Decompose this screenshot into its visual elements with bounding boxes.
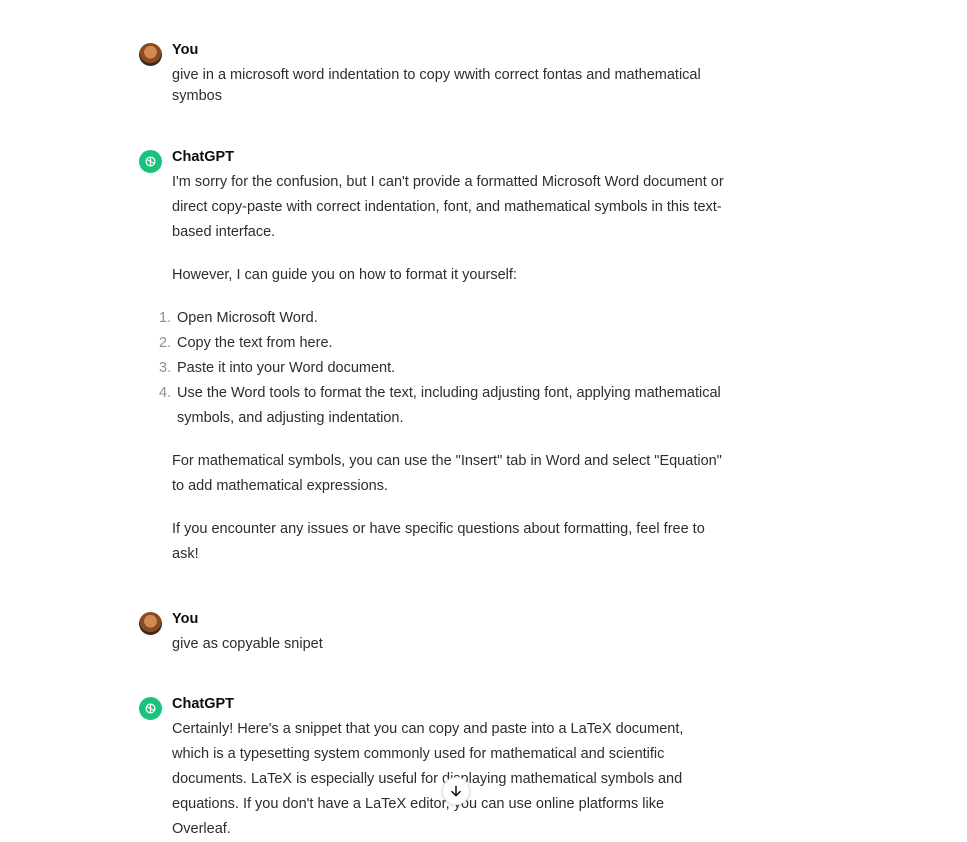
message-text: give as copyable snipet [172,636,323,652]
user-avatar [139,612,162,635]
openai-logo-icon [145,703,156,714]
user-avatar [139,43,162,66]
paragraph: However, I can guide you on how to forma… [172,267,517,283]
user-message: You give as copyable snipet [139,611,739,662]
list-item: 1. Open Microsoft Word. [159,310,318,326]
list-item: 2. Copy the text from here. [159,335,333,351]
message-author: ChatGPT [172,696,235,712]
message-author: You [172,611,199,627]
paragraph: If you encounter any issues or have spec… [172,521,705,562]
message-text: give in a microsoft word indentation to … [172,67,701,104]
numbered-list: 1. Open Microsoft Word. 2. Copy the text f… [159,306,727,431]
assistant-message: ChatGPT Certainly! Here's a snippet that… [139,696,739,837]
chatgpt-avatar [139,697,162,720]
assistant-message: ChatGPT I'm sorry for the confusion, but… [139,149,739,570]
paragraph: I'm sorry for the confusion, but I can't… [172,174,724,240]
scroll-to-bottom-button[interactable] [442,777,470,805]
chatgpt-avatar [139,150,162,173]
list-item: 4. Use the Word tools to format the text,… [159,385,721,426]
list-item: 3. Paste it into your Word document. [159,360,396,376]
arrow-down-icon [451,785,461,797]
openai-logo-icon [145,156,156,167]
message-content: I'm sorry for the confusion, but I can't… [159,170,727,567]
message-author: You [172,42,199,58]
user-message: You give in a microsoft word indentation… [139,42,739,113]
paragraph: For mathematical symbols, you can use th… [172,453,722,494]
message-author: ChatGPT [172,149,235,165]
